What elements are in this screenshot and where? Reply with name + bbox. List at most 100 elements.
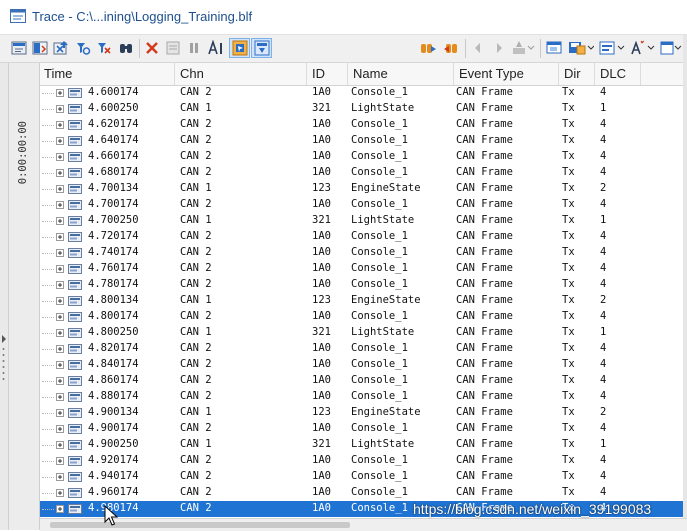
expand-plus-icon[interactable] — [56, 361, 64, 369]
expand-plus-icon[interactable] — [56, 393, 64, 401]
table-row[interactable]: 4.840174 CAN 2 1A0 Console_1 CAN Frame Tx 4 — [40, 357, 683, 373]
title-bar[interactable]: Trace - C:\...ining\Logging_Training.blf — [0, 0, 687, 35]
expand-plus-icon[interactable] — [56, 297, 64, 305]
expand-plus-icon[interactable] — [56, 345, 64, 353]
expand-plus-icon[interactable] — [56, 473, 64, 481]
expand-plus-icon[interactable] — [56, 89, 64, 97]
expand-plus-icon[interactable] — [56, 329, 64, 337]
expand-plus-icon[interactable] — [56, 265, 64, 273]
table-row[interactable]: 4.660174 CAN 2 1A0 Console_1 CAN Frame Tx 4 — [40, 149, 683, 165]
table-row[interactable]: 4.800250 CAN 1 321 LightState CAN Frame Tx 1 — [40, 325, 683, 341]
table-row[interactable]: 4.700134 CAN 1 123 EngineState CAN Frame Tx 2 — [40, 181, 683, 197]
column-header-dir[interactable]: Dir — [564, 66, 581, 81]
columns-icon[interactable] — [31, 39, 49, 57]
table-row[interactable]: 4.900174 CAN 2 1A0 Console_1 CAN Frame Tx 4 — [40, 421, 683, 437]
expand-plus-icon[interactable] — [56, 185, 64, 193]
table-row[interactable]: 4.720174 CAN 2 1A0 Console_1 CAN Frame Tx 4 — [40, 229, 683, 245]
marker-icon[interactable] — [510, 39, 536, 57]
stop-icon[interactable] — [185, 39, 203, 57]
font-icon[interactable] — [629, 39, 657, 57]
overwrite-icon[interactable] — [251, 38, 272, 58]
binoculars-icon[interactable] — [95, 39, 113, 57]
table-row[interactable]: 4.780174 CAN 2 1A0 Console_1 CAN Frame Tx 4 — [40, 277, 683, 293]
detail-view-icon[interactable] — [229, 38, 250, 58]
column-divider[interactable] — [453, 63, 454, 85]
export-icon[interactable] — [52, 39, 70, 57]
collapse-arrow-icon[interactable] — [1, 335, 7, 343]
table-row[interactable]: 4.900134 CAN 1 123 EngineState CAN Frame Tx 2 — [40, 405, 683, 421]
vertical-scrollbar[interactable] — [683, 35, 687, 530]
expand-plus-icon[interactable] — [56, 201, 64, 209]
expand-plus-icon[interactable] — [56, 409, 64, 417]
expand-plus-icon[interactable] — [56, 233, 64, 241]
settings-icon[interactable] — [659, 39, 683, 57]
clear-icon[interactable] — [143, 39, 161, 57]
column-header-dlc[interactable]: DLC — [600, 66, 626, 81]
expand-plus-icon[interactable] — [56, 153, 64, 161]
column-header-name[interactable]: Name — [353, 66, 388, 81]
table-row[interactable]: 4.940174 CAN 2 1A0 Console_1 CAN Frame Tx 4 — [40, 469, 683, 485]
expand-plus-icon[interactable] — [56, 217, 64, 225]
expand-plus-icon[interactable] — [56, 313, 64, 321]
left-splitter[interactable] — [0, 63, 9, 530]
nav-back-icon[interactable] — [470, 39, 486, 57]
expand-plus-icon[interactable] — [56, 425, 64, 433]
expand-plus-icon[interactable] — [56, 121, 64, 129]
table-row[interactable]: 4.700250 CAN 1 321 LightState CAN Frame Tx 1 — [40, 213, 683, 229]
search-binoculars-icon[interactable] — [117, 39, 135, 57]
column-divider[interactable] — [558, 63, 559, 85]
column-header-id[interactable]: ID — [312, 66, 325, 81]
horizontal-scrollbar[interactable] — [40, 518, 687, 531]
expand-plus-icon[interactable] — [56, 505, 64, 513]
cell-name: Console_1 — [351, 454, 408, 466]
time-axis[interactable]: 0:00:00:00 — [9, 63, 40, 530]
table-row[interactable]: 4.680174 CAN 2 1A0 Console_1 CAN Frame Tx 4 — [40, 165, 683, 181]
filter-icon[interactable] — [10, 39, 28, 57]
table-row[interactable]: 4.700174 CAN 2 1A0 Console_1 CAN Frame Tx 4 — [40, 197, 683, 213]
table-row[interactable]: 4.800134 CAN 1 123 EngineState CAN Frame Tx 2 — [40, 293, 683, 309]
column-divider[interactable] — [640, 63, 641, 85]
trace-window-icon — [10, 9, 26, 23]
expand-plus-icon[interactable] — [56, 249, 64, 257]
column-header-event-type[interactable]: Event Type — [459, 66, 524, 81]
expand-plus-icon[interactable] — [56, 105, 64, 113]
scrollbar-thumb[interactable] — [50, 522, 350, 528]
expand-plus-icon[interactable] — [56, 281, 64, 289]
trace-grid[interactable]: Time Chn ID Name Event Type Dir DLC 4.60… — [40, 63, 683, 518]
expand-plus-icon[interactable] — [56, 377, 64, 385]
cell-id: 321 — [312, 102, 331, 114]
search-next-icon[interactable] — [419, 39, 439, 57]
expand-plus-icon[interactable] — [56, 137, 64, 145]
expand-plus-icon[interactable] — [56, 169, 64, 177]
table-row[interactable]: 4.600174 CAN 2 1A0 Console_1 CAN Frame Tx 4 — [40, 85, 683, 101]
column-header-chn[interactable]: Chn — [180, 66, 204, 81]
window-icon[interactable] — [545, 39, 565, 57]
table-row[interactable]: 4.820174 CAN 2 1A0 Console_1 CAN Frame Tx 4 — [40, 341, 683, 357]
table-row[interactable]: 4.920174 CAN 2 1A0 Console_1 CAN Frame Tx 4 — [40, 453, 683, 469]
table-row[interactable]: 4.960174 CAN 2 1A0 Console_1 CAN Frame Tx 4 — [40, 485, 683, 501]
expand-plus-icon[interactable] — [56, 441, 64, 449]
expand-plus-icon[interactable] — [56, 489, 64, 497]
text-size-icon[interactable] — [206, 39, 228, 57]
nav-forward-icon[interactable] — [491, 39, 507, 57]
column-divider[interactable] — [306, 63, 307, 85]
pause-icon[interactable] — [164, 39, 182, 57]
table-row[interactable]: 4.860174 CAN 2 1A0 Console_1 CAN Frame Tx 4 — [40, 373, 683, 389]
search-prev-icon[interactable] — [441, 39, 461, 57]
column-divider[interactable] — [594, 63, 595, 85]
table-row[interactable]: 4.880174 CAN 2 1A0 Console_1 CAN Frame Tx 4 — [40, 389, 683, 405]
save-icon[interactable] — [567, 39, 595, 57]
table-row[interactable]: 4.800174 CAN 2 1A0 Console_1 CAN Frame Tx 4 — [40, 309, 683, 325]
column-divider[interactable] — [347, 63, 348, 85]
column-divider[interactable] — [174, 63, 175, 85]
table-row[interactable]: 4.760174 CAN 2 1A0 Console_1 CAN Frame Tx 4 — [40, 261, 683, 277]
column-header-time[interactable]: Time — [44, 66, 72, 81]
layout-icon[interactable] — [598, 39, 626, 57]
table-row[interactable]: 4.620174 CAN 2 1A0 Console_1 CAN Frame Tx 4 — [40, 117, 683, 133]
expand-plus-icon[interactable] — [56, 457, 64, 465]
table-row[interactable]: 4.900250 CAN 1 321 LightState CAN Frame Tx 1 — [40, 437, 683, 453]
table-row[interactable]: 4.640174 CAN 2 1A0 Console_1 CAN Frame Tx 4 — [40, 133, 683, 149]
table-row[interactable]: 4.600250 CAN 1 321 LightState CAN Frame Tx 1 — [40, 101, 683, 117]
table-row[interactable]: 4.740174 CAN 2 1A0 Console_1 CAN Frame Tx 4 — [40, 245, 683, 261]
find-icon[interactable] — [74, 39, 92, 57]
